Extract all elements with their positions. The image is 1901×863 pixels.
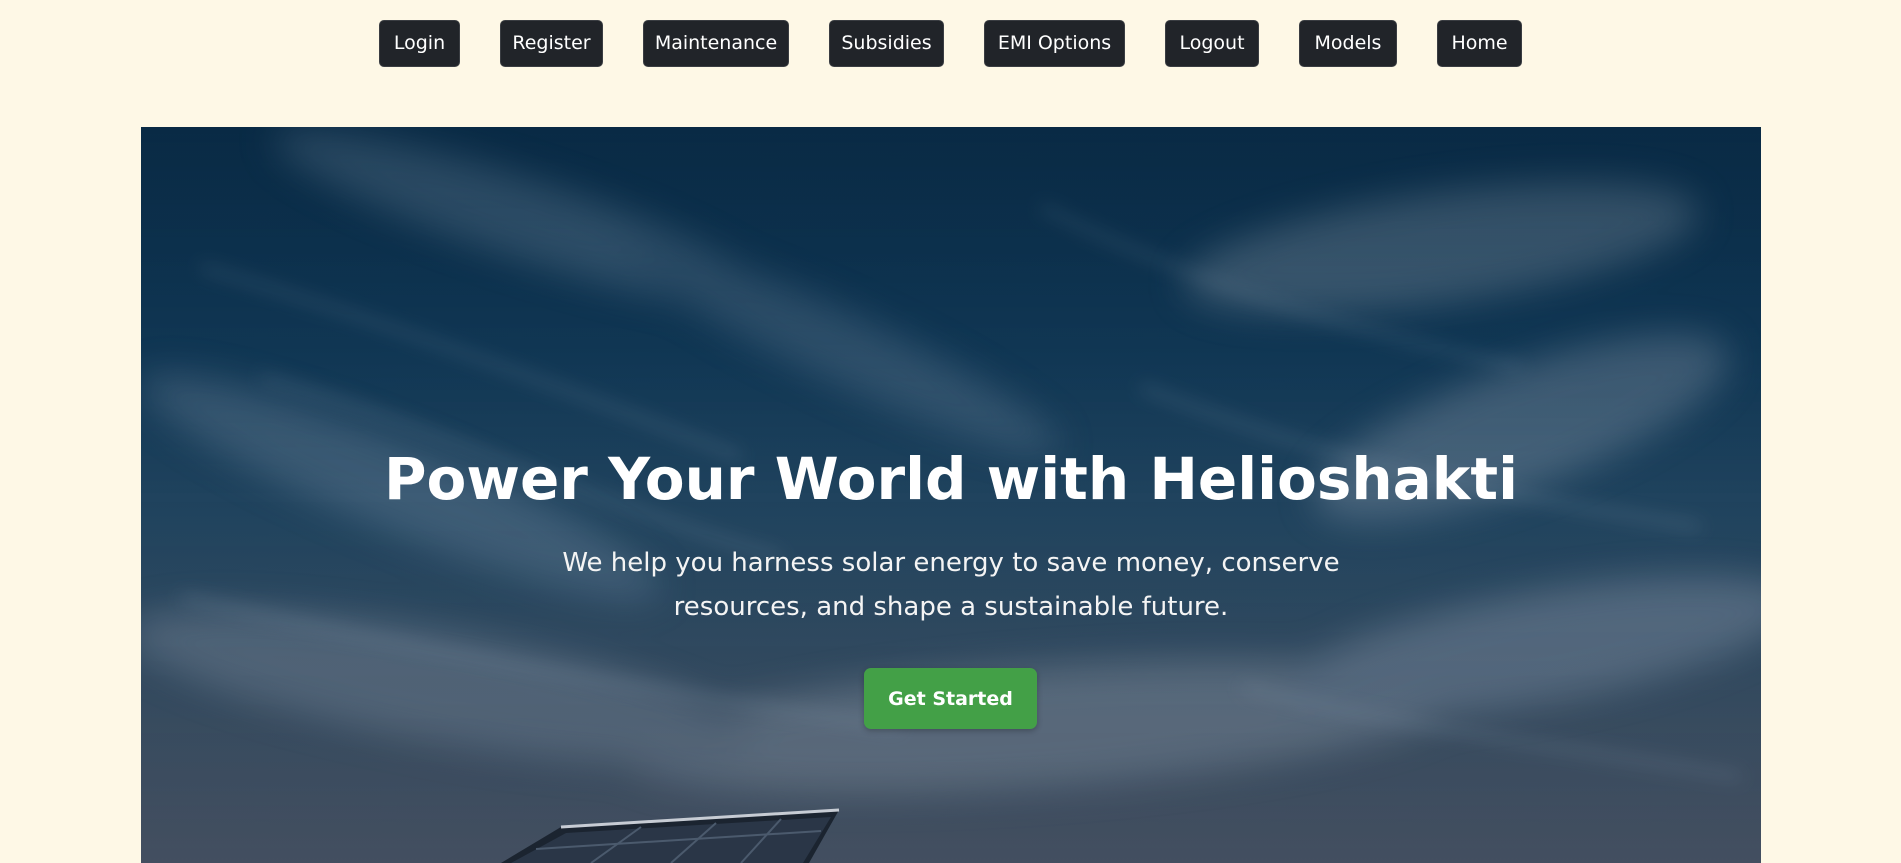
- nav-subsidies-button[interactable]: Subsidies: [829, 20, 944, 67]
- hero-title: Power Your World with Helioshakti: [384, 445, 1518, 513]
- top-nav: Login Register Maintenance Subsidies EMI…: [0, 20, 1901, 67]
- nav-logout-button[interactable]: Logout: [1165, 20, 1259, 67]
- hero-subtitle: We help you harness solar energy to save…: [562, 548, 1340, 622]
- nav-register-button[interactable]: Register: [500, 20, 603, 67]
- nav-models-button[interactable]: Models: [1299, 20, 1397, 67]
- nav-emi-options-button[interactable]: EMI Options: [984, 20, 1125, 67]
- nav-maintenance-button[interactable]: Maintenance: [643, 20, 789, 67]
- nav-login-button[interactable]: Login: [379, 20, 460, 67]
- get-started-button[interactable]: Get Started: [864, 668, 1037, 729]
- nav-home-button[interactable]: Home: [1437, 20, 1522, 67]
- hero-section: Power Your World with Helioshakti We hel…: [141, 127, 1761, 863]
